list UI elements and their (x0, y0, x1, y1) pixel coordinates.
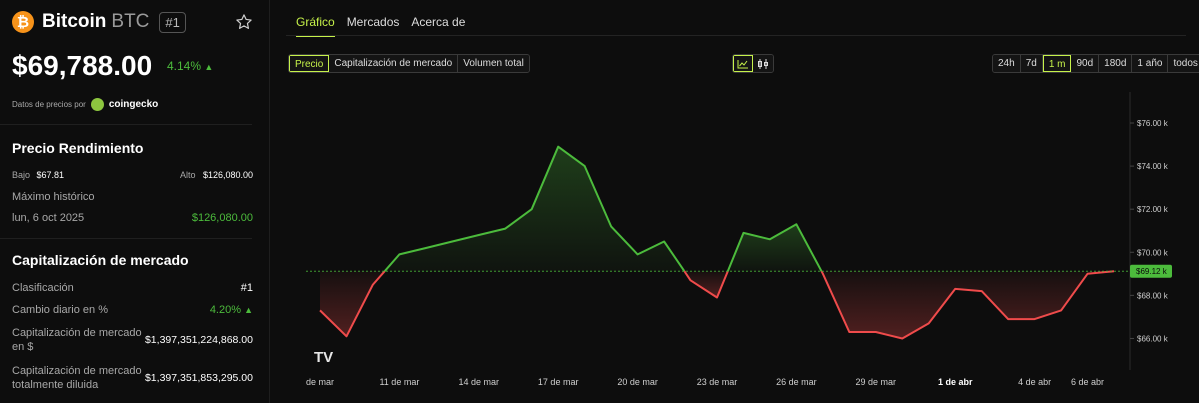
x-tick-label: 6 de abr (1071, 377, 1104, 387)
x-tick-label: 4 de abr (1018, 377, 1051, 387)
x-tick-label: 23 de mar (697, 377, 738, 387)
y-tick-label: $72.00 k (1137, 205, 1169, 214)
x-tick-label: 1 de abr (938, 377, 973, 387)
y-tick-label: $74.00 k (1137, 162, 1169, 171)
y-tick-label: $66.00 k (1137, 334, 1169, 343)
x-tick-label: 20 de mar (617, 377, 658, 387)
x-tick-label: 17 de mar (538, 377, 579, 387)
tradingview-logo-icon: TV (314, 349, 333, 366)
x-tick-label: 14 de mar (459, 377, 500, 387)
y-tick-label: $70.00 k (1137, 248, 1169, 257)
area-fill-segment (727, 224, 822, 272)
app-root: ₿ Bitcoin BTC #1 $69,788.00 4.14% ▲ Dato… (0, 0, 1199, 403)
y-tick-label: $76.00 k (1137, 119, 1169, 128)
y-tick-label: $68.00 k (1137, 291, 1169, 300)
current-price-tag-text: $69.12 k (1136, 267, 1168, 276)
price-chart[interactable]: $66.00 k $68.00 k $70.00 k $72.00 k $74.00 k… (0, 0, 1199, 403)
x-tick-label: 29 de mar (856, 377, 897, 387)
area-fill-segment (684, 271, 728, 298)
x-tick-label: 11 de mar (379, 377, 419, 387)
x-tick-label: 26 de mar (776, 377, 817, 387)
x-tick-label: de mar (306, 377, 334, 387)
area-fill-segment (821, 271, 1114, 339)
